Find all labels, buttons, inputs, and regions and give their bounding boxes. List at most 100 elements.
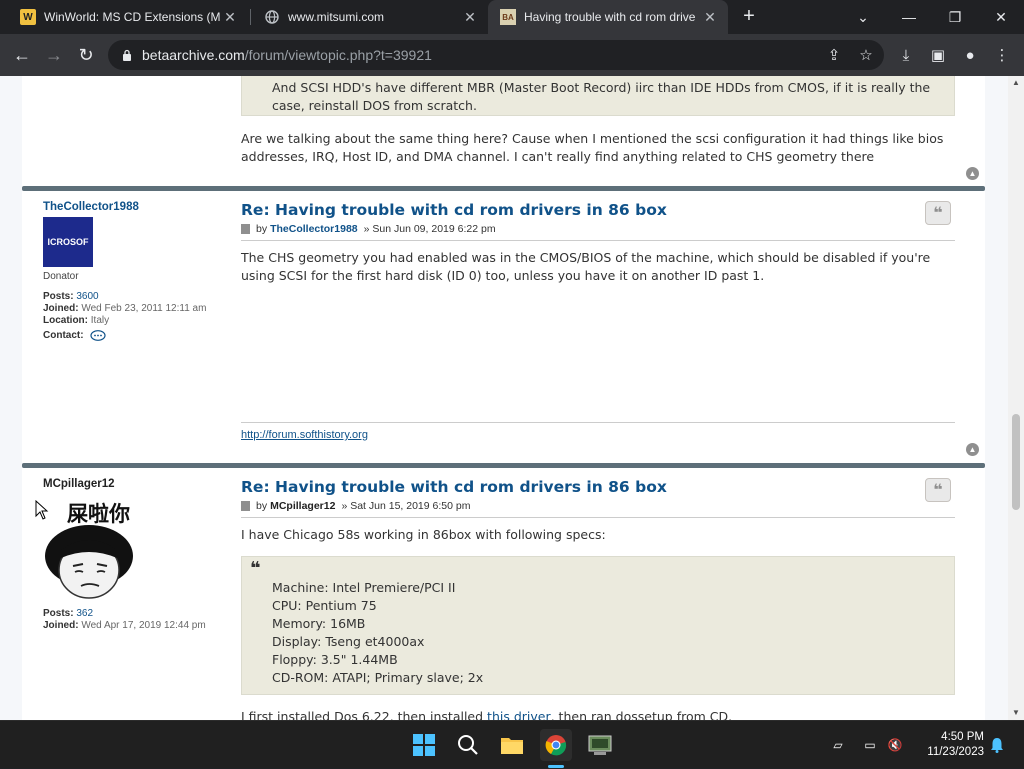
close-tab-icon[interactable]: ✕ <box>462 9 478 26</box>
previous-post: And SCSI HDD's have different MBR (Maste… <box>22 76 985 188</box>
user-rank: Donator <box>43 271 79 282</box>
windows-taskbar: ▱ ▭ 🔇 4:50 PM 11/23/2023 <box>0 720 1024 768</box>
post-followup: I first installed Dos 6.22, then install… <box>241 708 955 720</box>
download-icon[interactable]: ⤓ <box>892 41 920 69</box>
meme-face-icon <box>45 525 133 599</box>
url-host: betaarchive.com <box>142 47 245 63</box>
scroll-up-icon[interactable]: ▲ <box>1008 76 1024 90</box>
post-text: The CHS geometry you had enabled was in … <box>241 250 931 283</box>
profile-posts-count[interactable]: 362 <box>76 608 93 619</box>
back-to-top-icon[interactable]: ▲ <box>966 167 979 180</box>
clock-date: 11/23/2023 <box>927 746 984 758</box>
back-to-top-icon[interactable]: ▲ <box>966 443 979 456</box>
post-date: » Sun Jun 09, 2019 6:22 pm <box>363 223 496 235</box>
close-tab-icon[interactable]: ✕ <box>702 9 718 26</box>
quote-button[interactable]: ❝ <box>925 478 951 502</box>
tab-divider <box>250 9 251 25</box>
post-mcpillager12: MCpillager12 屎啦你 Posts: 362 Joined: Wed … <box>22 468 985 720</box>
spec-line: CPU: Pentium 75 <box>272 598 377 613</box>
windows-start-icon[interactable] <box>408 729 440 761</box>
search-icon[interactable] <box>452 729 484 761</box>
betaarchive-icon: BA <box>500 9 516 25</box>
meet-now-icon[interactable]: ▱ <box>826 721 850 769</box>
system-clock[interactable]: 4:50 PM 11/23/2023 <box>910 730 984 760</box>
winworld-icon: W <box>20 9 36 25</box>
driver-link[interactable]: this driver <box>487 709 551 720</box>
url-path: /forum/viewtopic.php?t=39921 <box>244 47 432 63</box>
scrollbar-thumb[interactable] <box>1012 414 1020 510</box>
reload-icon[interactable]: ↻ <box>72 41 100 69</box>
notification-bell-icon[interactable] <box>986 721 1008 769</box>
post-thecollector1988: TheCollector1988 ICROSOF Donator Posts: … <box>22 191 985 463</box>
tab-title: Having trouble with cd rom drive <box>524 10 696 24</box>
signature-link[interactable]: http://forum.softhistory.org <box>241 429 368 441</box>
back-icon[interactable]: ← <box>8 41 36 69</box>
profile-posts-count[interactable]: 3600 <box>76 291 98 302</box>
profile-username[interactable]: MCpillager12 <box>43 478 233 490</box>
clock-time: 4:50 PM <box>941 731 984 743</box>
post-meta: by TheCollector1988 » Sun Jun 09, 2019 6… <box>241 223 955 235</box>
avatar: ICROSOF <box>43 217 93 267</box>
avatar: 屎啦你 <box>43 494 153 600</box>
post-author[interactable]: TheCollector1988 <box>270 223 358 235</box>
file-explorer-icon[interactable] <box>496 729 528 761</box>
mouse-cursor-icon <box>35 500 49 520</box>
post-title[interactable]: Re: Having trouble with cd rom drivers i… <box>241 201 955 219</box>
lock-icon <box>123 49 131 61</box>
restore-icon[interactable]: ❐ <box>932 0 978 34</box>
spec-line: CD-ROM: ATAPI; Primary slave; 2x <box>272 670 484 685</box>
bookmark-star-icon[interactable]: ☆ <box>852 41 880 69</box>
post-profile: TheCollector1988 ICROSOF Donator Posts: … <box>43 201 233 342</box>
tab-strip: W WinWorld: MS CD Extensions (M ✕ www.mi… <box>0 0 1024 34</box>
tab-search-icon[interactable]: ⌄ <box>840 0 886 34</box>
profile-joined-row: Joined: Wed Feb 23, 2011 12:11 am <box>43 303 207 314</box>
post-author[interactable]: MCpillager12 <box>270 500 335 512</box>
spec-line: Machine: Intel Premiere/PCI II <box>272 580 456 595</box>
profile-joined-row: Joined: Wed Apr 17, 2019 12:44 pm <box>43 620 206 631</box>
menu-kebab-icon[interactable]: ⋮ <box>988 41 1016 69</box>
profile-contact-row: Contact: <box>43 330 233 342</box>
tab-betaarchive[interactable]: BA Having trouble with cd rom drive ✕ <box>488 0 728 34</box>
page-content: And SCSI HDD's have different MBR (Maste… <box>0 76 1008 720</box>
close-window-icon[interactable]: ✕ <box>978 0 1024 34</box>
post-file-icon[interactable] <box>241 224 250 234</box>
volume-muted-icon[interactable]: 🔇 <box>884 721 906 769</box>
profile-posts-row: Posts: 362 <box>43 608 94 619</box>
post-body: Re: Having trouble with cd rom drivers i… <box>241 478 955 720</box>
minimize-icon[interactable]: — <box>886 0 932 34</box>
new-tab-button[interactable]: + <box>736 4 762 30</box>
post-body: Re: Having trouble with cd rom drivers i… <box>241 201 955 285</box>
86box-icon[interactable] <box>584 729 616 761</box>
globe-icon <box>264 9 280 25</box>
quote-block: And SCSI HDD's have different MBR (Maste… <box>241 76 955 116</box>
share-icon[interactable]: ⇪ <box>820 41 848 69</box>
quote-mark-icon: ❝ <box>250 558 261 579</box>
close-tab-icon[interactable]: ✕ <box>222 9 238 26</box>
profile-location-row: Location: Italy <box>43 315 110 326</box>
post-divider <box>241 517 955 518</box>
profile-icon[interactable]: ● <box>956 41 984 69</box>
specs-quote-block: ❝ Machine: Intel Premiere/PCI II CPU: Pe… <box>241 556 955 695</box>
contact-chat-icon[interactable] <box>89 330 106 342</box>
forward-icon[interactable]: → <box>40 41 68 69</box>
side-panel-icon[interactable]: ▣ <box>924 41 952 69</box>
browser-toolbar: ← → ↻ betaarchive.com/forum/viewtopic.ph… <box>0 34 1024 76</box>
post-file-icon[interactable] <box>241 501 250 511</box>
network-icon[interactable]: ▭ <box>858 721 882 769</box>
post-profile: MCpillager12 屎啦你 Posts: 362 Joined: Wed … <box>43 478 233 632</box>
tab-title: WinWorld: MS CD Extensions (M <box>44 10 221 24</box>
tab-winworld[interactable]: W WinWorld: MS CD Extensions (M ✕ <box>8 0 248 34</box>
spec-line: Memory: 16MB <box>272 616 366 631</box>
address-bar[interactable]: betaarchive.com/forum/viewtopic.php?t=39… <box>108 40 884 70</box>
quote-button[interactable]: ❝ <box>925 201 951 225</box>
spec-line: Floppy: 3.5" 1.44MB <box>272 652 398 667</box>
tab-title: www.mitsumi.com <box>288 10 385 24</box>
scroll-down-icon[interactable]: ▼ <box>1008 706 1024 720</box>
post-text: Are we talking about the same thing here… <box>241 131 944 164</box>
post-meta: by MCpillager12 » Sat Jun 15, 2019 6:50 … <box>241 500 955 512</box>
page-scrollbar[interactable]: ▲ ▼ <box>1008 76 1024 720</box>
chrome-taskbar-icon[interactable] <box>540 729 572 761</box>
post-title[interactable]: Re: Having trouble with cd rom drivers i… <box>241 478 955 496</box>
profile-username[interactable]: TheCollector1988 <box>43 201 233 213</box>
tab-mitsumi[interactable]: www.mitsumi.com ✕ <box>252 0 488 34</box>
